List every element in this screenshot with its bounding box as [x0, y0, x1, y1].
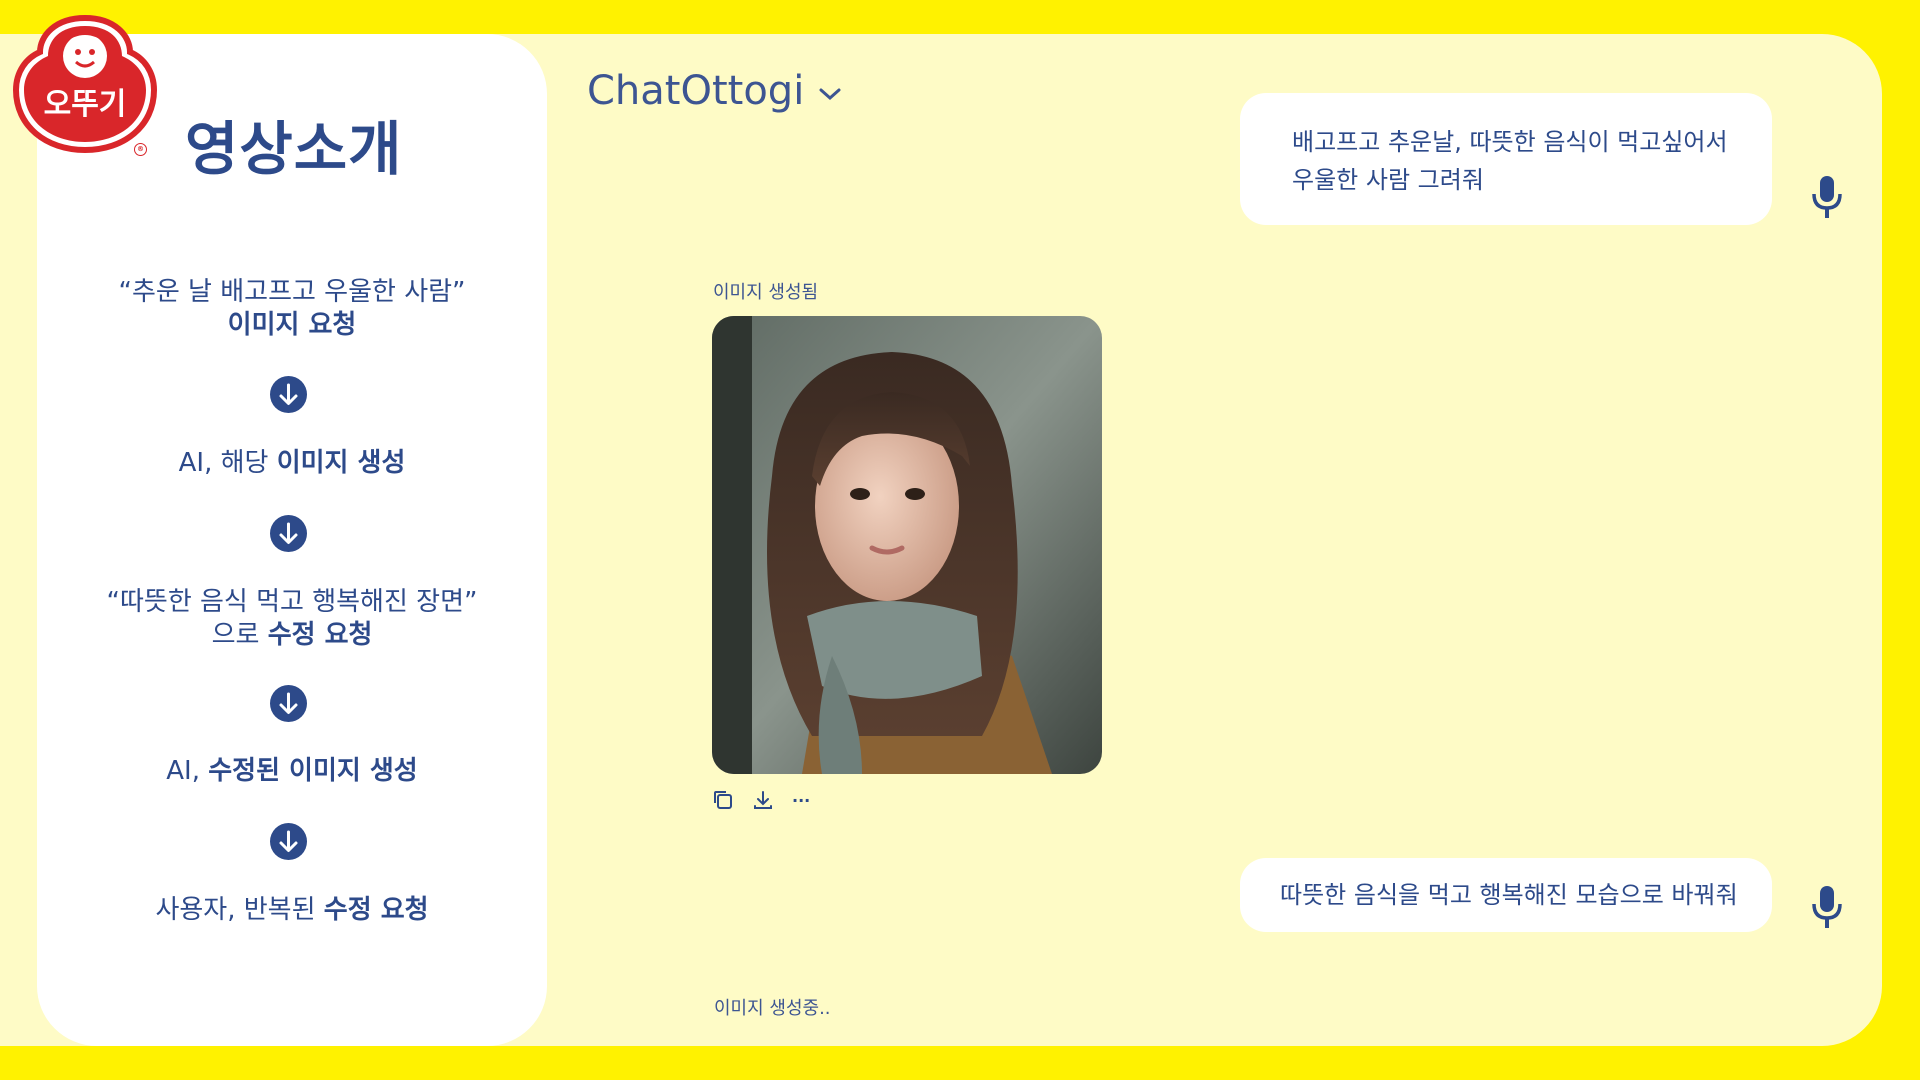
- flow-step-2: AI, 해당 이미지 생성: [37, 447, 547, 480]
- user-message-text: 배고프고 추운날, 따뜻한 음식이 먹고싶어서 우울한 사람 그려줘: [1292, 128, 1728, 194]
- more-icon[interactable]: ···: [792, 791, 810, 810]
- flow-step-2-plain: AI, 해당: [178, 448, 277, 478]
- ottogi-logo: 오뚜기: [12, 14, 158, 154]
- generated-image[interactable]: [712, 316, 1102, 774]
- flow-step-3: “따뜻한 음식 먹고 행복해진 장면” 으로 수정 요청: [37, 586, 547, 652]
- flow-step-3-plain: 으로: [211, 620, 268, 650]
- flow-step-4-plain: AI,: [166, 756, 209, 786]
- download-icon[interactable]: [752, 789, 774, 811]
- flow-step-1: “추운 날 배고프고 우울한 사람” 이미지 요청: [37, 276, 547, 342]
- flow-step-1-quote: “추운 날 배고프고 우울한 사람”: [118, 277, 466, 307]
- flow-step-3-bold: 수정 요청: [267, 620, 373, 650]
- copy-icon[interactable]: [712, 789, 734, 811]
- arrow-down-circle-icon: [270, 823, 307, 860]
- flow-step-5-bold: 수정 요청: [323, 895, 429, 925]
- user-message-bubble: 따뜻한 음식을 먹고 행복해진 모습으로 바꿔줘: [1240, 858, 1772, 932]
- sidebar-title: 영상소개: [185, 115, 403, 183]
- user-message-bubble: 배고프고 추운날, 따뜻한 음식이 먹고싶어서 우울한 사람 그려줘: [1240, 93, 1772, 225]
- flow-step-3-quote: “따뜻한 음식 먹고 행복해진 장면”: [106, 587, 478, 617]
- microphone-icon[interactable]: [1809, 174, 1845, 220]
- user-message-text: 따뜻한 음식을 먹고 행복해진 모습으로 바꿔줘: [1280, 881, 1738, 909]
- flow-step-5: 사용자, 반복된 수정 요청: [37, 894, 547, 927]
- flow-step-4-bold: 수정된 이미지 생성: [208, 756, 418, 786]
- flow-step-2-bold: 이미지 생성: [276, 448, 406, 478]
- flow-step-4: AI, 수정된 이미지 생성: [37, 755, 547, 788]
- image-actions: ···: [712, 789, 810, 811]
- assistant-status: 이미지 생성됨: [713, 282, 819, 303]
- flow-step-5-plain: 사용자, 반복된: [155, 895, 324, 925]
- registered-mark: ®: [134, 143, 147, 156]
- flow-step-1-bold: 이미지 요청: [227, 310, 357, 340]
- logo-text: 오뚜기: [44, 87, 127, 122]
- generated-image-illustration: [712, 316, 1102, 774]
- microphone-icon[interactable]: [1809, 884, 1845, 930]
- chevron-down-icon: [819, 88, 841, 101]
- assistant-status: 이미지 생성중..: [714, 998, 831, 1019]
- model-selector[interactable]: ChatOttogi: [587, 68, 842, 114]
- arrow-down-circle-icon: [270, 376, 307, 413]
- model-name: ChatOttogi: [587, 68, 805, 114]
- arrow-down-circle-icon: [270, 515, 307, 552]
- arrow-down-circle-icon: [270, 685, 307, 722]
